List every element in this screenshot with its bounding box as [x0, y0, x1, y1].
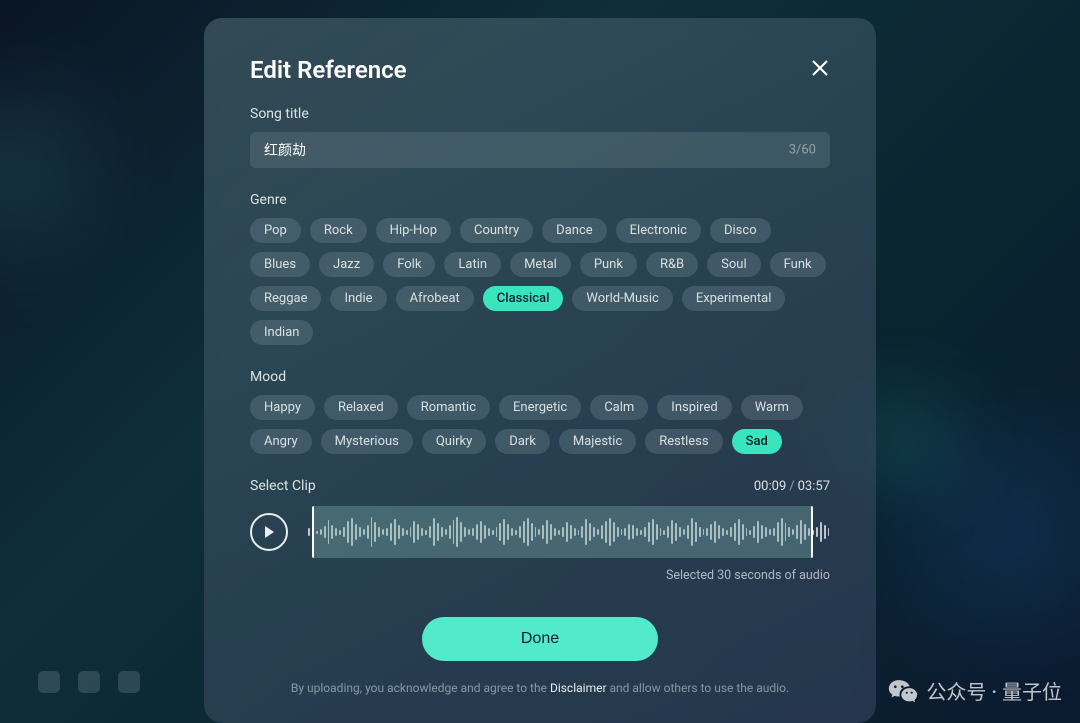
genre-tag[interactable]: Electronic [616, 218, 701, 243]
select-clip-label: Select Clip [250, 478, 316, 494]
mood-tag[interactable]: Warm [741, 395, 803, 420]
genre-tag[interactable]: Experimental [682, 286, 786, 311]
disclaimer-text: By uploading, you acknowledge and agree … [250, 681, 830, 695]
song-title-input[interactable] [250, 132, 830, 168]
background-toolbar [38, 671, 140, 693]
mood-tag[interactable]: Sad [732, 429, 782, 454]
genre-tag[interactable]: Funk [770, 252, 826, 277]
genre-tag[interactable]: Latin [444, 252, 501, 277]
genre-tag[interactable]: Hip-Hop [376, 218, 451, 243]
mood-tag[interactable]: Relaxed [324, 395, 398, 420]
close-icon[interactable] [810, 58, 830, 78]
genre-tag[interactable]: Folk [383, 252, 435, 277]
watermark: 公众号 · 量子位 [888, 676, 1062, 705]
clip-selected-text: Selected 30 seconds of audio [250, 568, 830, 583]
genre-tag[interactable]: R&B [646, 252, 698, 277]
mood-tag[interactable]: Restless [645, 429, 722, 454]
genre-tag[interactable]: Rock [310, 218, 367, 243]
genre-tag[interactable]: Reggae [250, 286, 321, 311]
mood-label: Mood [250, 369, 830, 385]
genre-tag[interactable]: Soul [707, 252, 760, 277]
mood-tag[interactable]: Calm [590, 395, 648, 420]
play-icon [262, 525, 276, 539]
mood-tag[interactable]: Energetic [499, 395, 581, 420]
genre-tag[interactable]: Pop [250, 218, 301, 243]
clip-timecode: 00:09/03:57 [754, 479, 830, 494]
modal-title: Edit Reference [250, 56, 407, 84]
mood-tag[interactable]: Dark [495, 429, 550, 454]
play-button[interactable] [250, 513, 288, 551]
genre-tag[interactable]: Metal [510, 252, 571, 277]
genre-tag[interactable]: Blues [250, 252, 310, 277]
mood-tag[interactable]: Majestic [559, 429, 636, 454]
genre-tag-row: Pop Rock Hip-Hop Country Dance Electronic Disc… [250, 218, 830, 345]
mood-tag[interactable]: Happy [250, 395, 315, 420]
genre-tag[interactable]: Punk [580, 252, 637, 277]
mood-tag-row: Happy Relaxed Romantic Energetic Calm Inspire… [250, 395, 830, 454]
genre-tag[interactable]: Indie [330, 286, 386, 311]
mood-tag[interactable]: Quirky [422, 429, 486, 454]
mood-tag[interactable]: Inspired [657, 395, 731, 420]
genre-tag[interactable]: Country [460, 218, 533, 243]
disclaimer-link[interactable]: Disclaimer [550, 681, 607, 695]
song-title-label: Song title [250, 106, 830, 122]
genre-tag[interactable]: Dance [542, 218, 606, 243]
waveform-track[interactable] [308, 506, 830, 558]
done-button[interactable]: Done [422, 617, 658, 661]
genre-label: Genre [250, 192, 830, 208]
mood-tag[interactable]: Mysterious [321, 429, 413, 454]
genre-tag[interactable]: World-Music [572, 286, 672, 311]
wechat-icon [888, 678, 918, 704]
genre-tag[interactable]: Disco [710, 218, 771, 243]
genre-tag[interactable]: Classical [483, 286, 564, 311]
char-count: 3/60 [789, 143, 816, 158]
genre-tag[interactable]: Afrobeat [396, 286, 474, 311]
mood-tag[interactable]: Angry [250, 429, 312, 454]
genre-tag[interactable]: Indian [250, 320, 313, 345]
mood-tag[interactable]: Romantic [407, 395, 490, 420]
genre-tag[interactable]: Jazz [319, 252, 374, 277]
edit-reference-modal: Edit Reference Song title 3/60 Genre Pop… [204, 18, 876, 723]
